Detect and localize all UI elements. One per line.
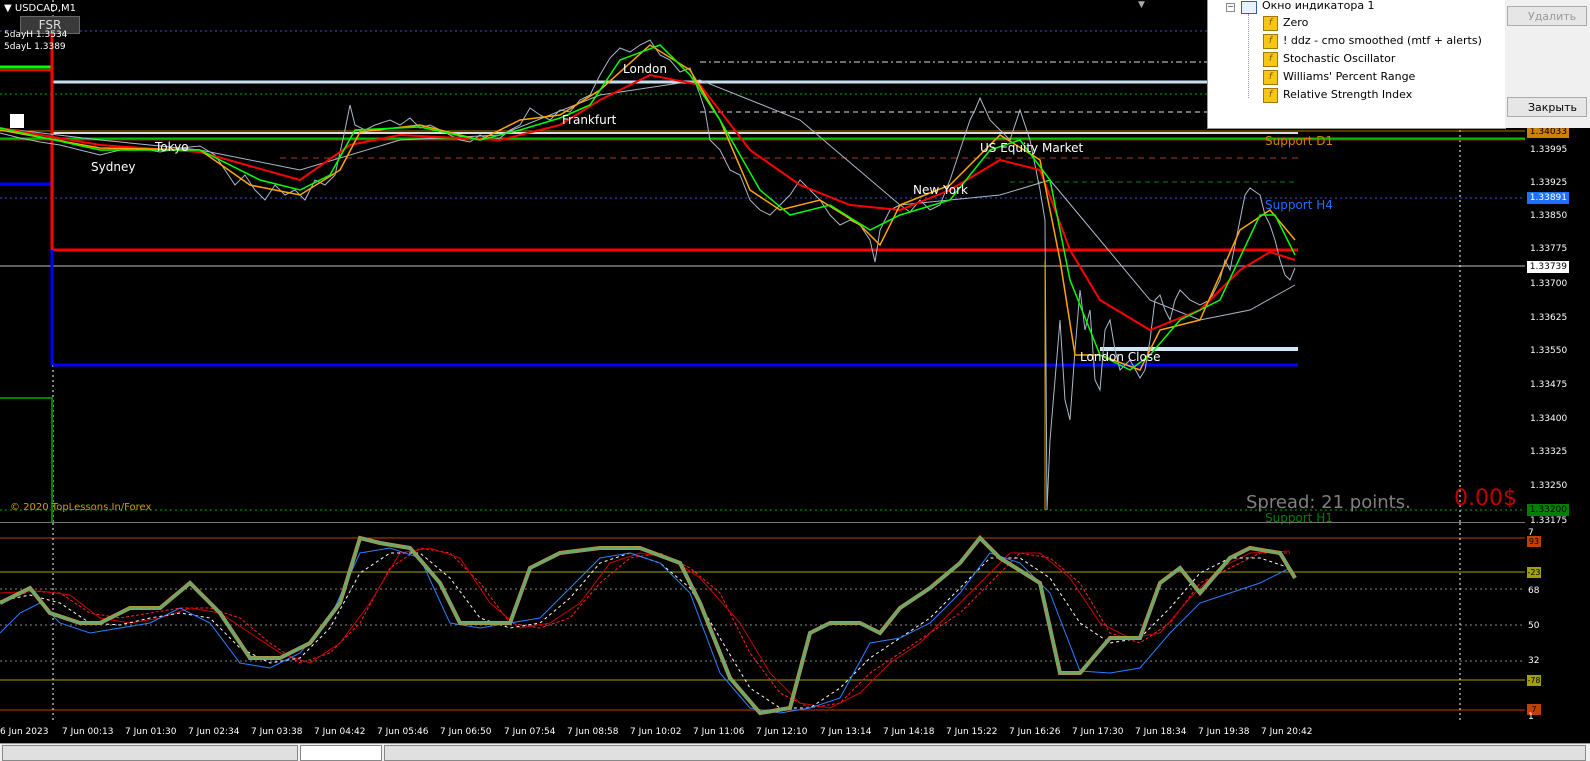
time-label: 7 Jun 06:50 xyxy=(440,727,492,737)
time-label: 7 Jun 13:14 xyxy=(820,727,872,737)
price-label: 1.33850 xyxy=(1530,211,1568,221)
indicator-item[interactable]: ! ddz - cmo smoothed (mtf + alerts) xyxy=(1283,33,1482,49)
price-label: 1.33475 xyxy=(1530,380,1568,390)
time-label: 7 Jun 18:34 xyxy=(1135,727,1187,737)
time-label: 7 Jun 19:38 xyxy=(1198,727,1250,737)
indicator-icon: f xyxy=(1263,70,1278,85)
session-frankfurt: Frankfurt xyxy=(562,113,617,127)
indicator-item[interactable]: Relative Strength Index xyxy=(1283,87,1412,103)
time-label: 7 Jun 10:02 xyxy=(630,727,682,737)
time-label: 7 Jun 14:18 xyxy=(883,727,935,737)
ma-slow-line xyxy=(0,79,1296,321)
session-us-equity: US Equity Market xyxy=(980,141,1084,155)
price-label: 1.33250 xyxy=(1530,481,1568,491)
osc-label: 32 xyxy=(1528,656,1540,666)
five-day-low: 5dayL 1.3389 xyxy=(4,42,66,52)
chart-tab-bar xyxy=(0,743,1590,761)
indicators-list-panel: − Окно индикатора 1 f Zero f ! ddz - cmo… xyxy=(1207,0,1506,129)
indicator-subwindow[interactable] xyxy=(0,523,1525,723)
price-tag-current: 1.33739 xyxy=(1527,261,1569,273)
osc-label: 1 xyxy=(1528,712,1534,722)
session-tokyo: Tokyo xyxy=(155,140,189,154)
symbol-title: ▼ USDCAD,M1 xyxy=(4,3,76,14)
indicator-icon: f xyxy=(1263,88,1278,103)
chart-tab[interactable] xyxy=(384,745,1586,761)
price-label: 1.33775 xyxy=(1530,244,1568,254)
indicator-window-icon xyxy=(1241,1,1257,14)
spread-text: Spread: 21 points. xyxy=(1246,492,1411,513)
indicator-icon: f xyxy=(1263,52,1278,67)
price-label: 1.33400 xyxy=(1530,414,1568,424)
copyright-text: © 2020 TopLessons.In/Forex xyxy=(10,502,152,513)
session-new-york: New York xyxy=(913,183,968,197)
delete-button[interactable]: Удалить xyxy=(1507,6,1587,26)
indicator-item[interactable]: Stochastic Oscillator xyxy=(1283,51,1395,67)
dropdown-arrow-icon[interactable]: ▼ xyxy=(1138,0,1150,10)
support-d1-label: Support D1 xyxy=(1265,134,1334,148)
chart-tab[interactable] xyxy=(2,745,298,761)
time-label: 7 Jun 16:26 xyxy=(1009,727,1061,737)
time-label: 7 Jun 15:22 xyxy=(946,727,998,737)
time-label: 7 Jun 11:06 xyxy=(693,727,745,737)
price-label: 1.33995 xyxy=(1530,145,1568,155)
osc-label: 50 xyxy=(1528,621,1540,631)
time-label: 7 Jun 12:10 xyxy=(756,727,808,737)
pnl-text: 0.00$ xyxy=(1454,486,1517,511)
price-label: 1.33700 xyxy=(1530,279,1568,289)
indicator-window-name[interactable]: Окно индикатора 1 xyxy=(1262,0,1375,14)
osc-tag-top: 93 xyxy=(1527,536,1541,547)
close-button[interactable]: Закрыть xyxy=(1507,97,1587,117)
time-axis: 6 Jun 2023 7 Jun 00:13 7 Jun 01:30 7 Jun… xyxy=(0,724,1590,742)
indicator-item[interactable]: Williams' Percent Range xyxy=(1283,69,1415,85)
time-label: 7 Jun 04:42 xyxy=(314,727,366,737)
indicator-item[interactable]: Zero xyxy=(1283,15,1308,31)
time-label: 7 Jun 17:30 xyxy=(1072,727,1124,737)
osc-tag-upper: -23 xyxy=(1527,567,1541,578)
time-label: 7 Jun 07:54 xyxy=(504,727,556,737)
five-day-high: 5dayH 1.3534 xyxy=(4,30,68,40)
osc-tag-lower: -78 xyxy=(1527,675,1541,686)
time-label: 7 Jun 20:42 xyxy=(1261,727,1313,737)
price-label: 1.33625 xyxy=(1530,313,1568,323)
session-sydney: Sydney xyxy=(91,160,136,174)
price-line xyxy=(0,39,1296,511)
custom-indicator-icon: f xyxy=(1263,34,1278,49)
osc-label: 68 xyxy=(1528,586,1540,596)
price-label: 1.33550 xyxy=(1530,346,1568,356)
support-h4-label: Support H4 xyxy=(1265,198,1333,212)
indicators-buttons-area: Удалить Закрыть xyxy=(1505,0,1590,128)
time-label: 7 Jun 03:38 xyxy=(251,727,303,737)
custom-indicator-icon: f xyxy=(1263,16,1278,31)
price-label: 1.33325 xyxy=(1530,447,1568,457)
price-label: 1.33925 xyxy=(1530,178,1568,188)
price-tag-bottom: 1.33200 xyxy=(1527,504,1569,516)
time-label: 7 Jun 00:13 xyxy=(62,727,114,737)
time-label: 7 Jun 05:46 xyxy=(377,727,429,737)
session-london-close: London Close xyxy=(1080,350,1161,364)
chart-tab-active[interactable] xyxy=(300,745,382,761)
price-label: 1.33175 xyxy=(1530,516,1568,526)
time-label: 7 Jun 02:34 xyxy=(188,727,240,737)
ma-red-line xyxy=(0,73,1296,332)
collapse-icon[interactable]: − xyxy=(1226,3,1235,12)
time-label: 7 Jun 08:58 xyxy=(567,727,619,737)
time-label: 7 Jun 01:30 xyxy=(125,727,177,737)
chart-window[interactable]: ▼ USDCAD,M1 FSR 5dayH 1.3534 5dayL 1.338… xyxy=(0,0,1590,761)
session-london: London xyxy=(623,62,667,76)
time-label: 6 Jun 2023 xyxy=(0,727,49,737)
price-tag-blue: 1.33891 xyxy=(1527,192,1569,204)
